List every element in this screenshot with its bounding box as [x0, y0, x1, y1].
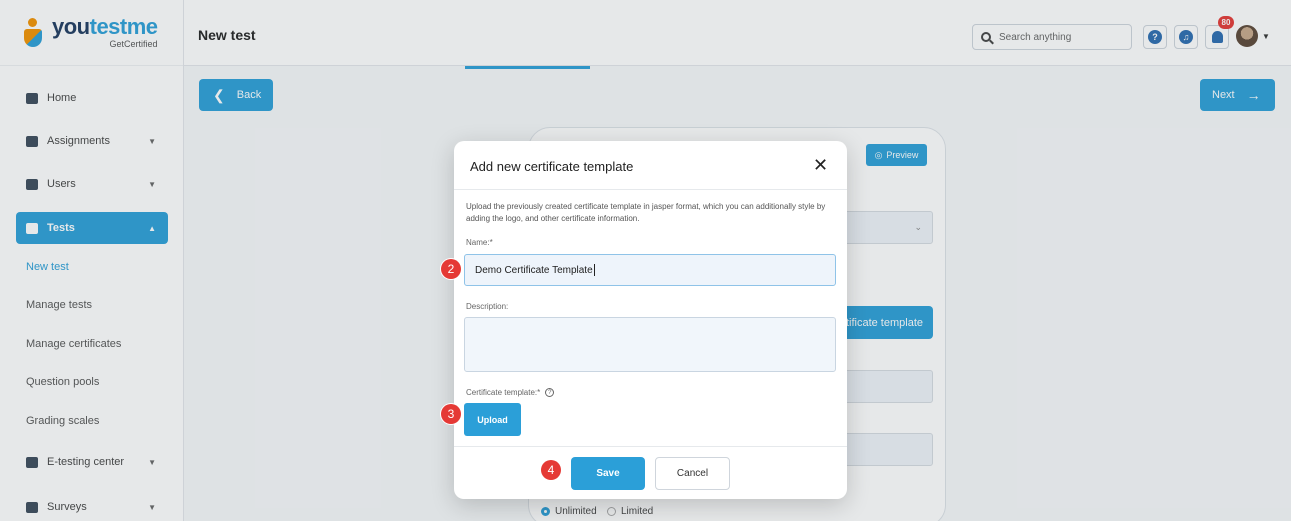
close-icon[interactable]: ✕ [813, 156, 828, 174]
divider [454, 446, 847, 447]
dialog-title: Add new certificate template [470, 159, 634, 174]
save-button[interactable]: Save [571, 457, 645, 490]
step-marker: 2 [441, 259, 461, 279]
description-field[interactable] [464, 317, 836, 372]
certificate-template-label: Certificate template:*? [466, 388, 555, 398]
step-marker: 3 [441, 404, 461, 424]
name-label: Name:* [466, 238, 493, 247]
dialog-description: Upload the previously created certificat… [466, 202, 826, 223]
add-certificate-template-dialog: Add new certificate template ✕ Upload th… [454, 141, 847, 499]
divider [454, 189, 847, 190]
description-label: Description: [466, 302, 509, 311]
step-marker: 4 [541, 460, 561, 480]
upload-button[interactable]: Upload [464, 403, 521, 436]
cancel-button[interactable]: Cancel [655, 457, 730, 490]
help-icon[interactable]: ? [545, 388, 555, 398]
name-field[interactable]: Demo Certificate Template [464, 254, 836, 286]
